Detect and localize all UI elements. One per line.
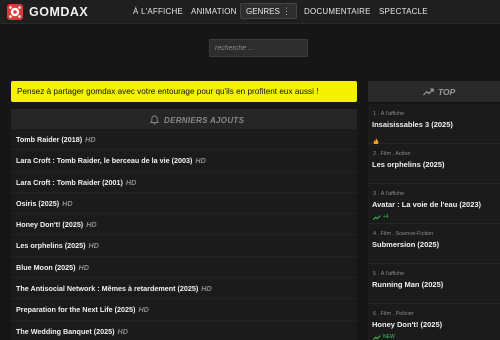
quality-badge: HD — [86, 220, 97, 230]
top-item[interactable]: 5 . À l'affiche Running Man (2025) — [368, 264, 500, 304]
list-item[interactable]: The Wedding Banquet (2025) HD — [11, 320, 357, 340]
movie-title: Honey Don't! (2025) — [16, 220, 84, 230]
movie-title: Lara Croft : Tomb Raider, le berceau de … — [16, 156, 193, 166]
top-header: TOP — [368, 81, 500, 102]
new-badge: NEW — [373, 334, 395, 340]
trending-up-icon — [423, 88, 434, 96]
trending-up-icon — [373, 334, 381, 340]
movie-title: The Wedding Banquet (2025) — [16, 326, 115, 336]
top-item-meta: 2 . Film . Action — [373, 151, 411, 157]
list-item[interactable]: Les orphelins (2025) HD — [11, 235, 357, 257]
share-banner: Pensez à partager gomdax avec votre ento… — [11, 81, 357, 102]
movie-title: The Antisocial Network : Mêmes à retarde… — [16, 284, 199, 294]
logo-icon — [6, 3, 24, 21]
quality-badge: HD — [62, 198, 73, 208]
logo[interactable]: GOMDAX — [6, 3, 88, 21]
top-item-title: Honey Don't! (2025) — [372, 320, 443, 329]
quality-badge: HD — [88, 241, 99, 251]
nav-genres-label: GENRES — [246, 7, 280, 16]
quality-badge: HD — [201, 284, 212, 294]
list-item[interactable]: Preparation for the Next Life (2025) HD — [11, 299, 357, 321]
top-item[interactable]: 1 . À l'affiche Insaisissables 3 (2025) — [368, 104, 500, 145]
rank-change-value: +4 — [383, 214, 389, 220]
list-item[interactable]: Osiris (2025) HD — [11, 192, 357, 215]
movie-title: Blue Moon (2025) — [16, 262, 76, 272]
top-item-title: Submersion (2025) — [372, 240, 440, 249]
top-item-meta: 5 . À l'affiche — [373, 271, 405, 277]
search-input[interactable] — [209, 39, 308, 57]
trending-up-icon — [373, 214, 381, 220]
top-list: 1 . À l'affiche Insaisissables 3 (2025) … — [368, 104, 500, 340]
top-item[interactable]: 2 . Film . Action Les orphelins (2025) — [368, 144, 500, 184]
quality-badge: HD — [117, 326, 128, 336]
top-navbar: GOMDAX À L'AFFICHE ANIMATION GENRES ⋮ DO… — [0, 0, 500, 24]
nav-item-genres[interactable]: GENRES ⋮ — [240, 3, 297, 19]
top-item-title: Les orphelins (2025) — [372, 160, 445, 169]
list-item[interactable]: The Antisocial Network : Mêmes à retarde… — [11, 278, 357, 300]
bell-icon — [149, 115, 160, 125]
quality-badge: HD — [125, 177, 137, 187]
top-item-meta: 1 . À l'affiche — [373, 111, 405, 117]
movie-title: Les orphelins (2025) — [16, 241, 86, 251]
top-item-title: Insaisissables 3 (2025) — [372, 120, 453, 129]
quality-badge: HD — [78, 262, 89, 272]
logo-text: GOMDAX — [29, 5, 89, 19]
movie-title: Lara Croft : Tomb Raider (2001) — [16, 177, 123, 187]
fire-icon — [373, 132, 379, 145]
latest-header: DERNIERS AJOUTS — [11, 109, 357, 129]
list-item[interactable]: Lara Croft : Tomb Raider, le berceau de … — [11, 150, 357, 172]
latest-list: Tomb Raider (2018) HD Lara Croft : Tomb R… — [11, 129, 357, 340]
quality-badge: HD — [195, 156, 206, 166]
new-label: NEW — [383, 334, 395, 340]
nav-item-affiche[interactable]: À L'AFFICHE — [133, 7, 183, 16]
top-item-meta: 3 . À l'affiche — [373, 191, 405, 197]
top-item-title: Avatar : La voie de l'eau (2023) — [372, 200, 482, 209]
list-item[interactable]: Tomb Raider (2018) HD — [11, 129, 357, 151]
nav-item-documentaire[interactable]: DOCUMENTAIRE — [304, 7, 371, 16]
nav-item-spectacle[interactable]: SPECTACLE — [379, 7, 428, 16]
quality-badge: HD — [138, 305, 149, 315]
latest-title: DERNIERS AJOUTS — [164, 115, 245, 125]
movie-title: Osiris (2025) — [16, 198, 60, 208]
list-item[interactable]: Lara Croft : Tomb Raider (2001) HD — [11, 171, 357, 193]
top-item-meta: 6 . Film . Policier — [373, 311, 414, 317]
top-item-title: Running Man (2025) — [372, 280, 444, 289]
list-item[interactable]: Honey Don't! (2025) HD — [11, 214, 357, 236]
list-item[interactable]: Blue Moon (2025) HD — [11, 256, 357, 279]
top-title: TOP — [438, 87, 456, 97]
top-item[interactable]: 6 . Film . Policier Honey Don't! (2025) … — [368, 304, 500, 340]
top-item[interactable]: 3 . À l'affiche Avatar : La voie de l'ea… — [368, 184, 500, 224]
rank-change-badge: +4 — [373, 214, 389, 220]
nav-item-animation[interactable]: ANIMATION — [191, 7, 237, 16]
quality-badge: HD — [85, 135, 96, 144]
more-vertical-icon: ⋮ — [282, 6, 291, 16]
top-item-meta: 4 . Film . Science-Fiction — [373, 231, 434, 237]
movie-title: Tomb Raider (2018) — [16, 135, 83, 144]
movie-title: Preparation for the Next Life (2025) — [16, 305, 136, 315]
top-item[interactable]: 4 . Film . Science-Fiction Submersion (2… — [368, 224, 500, 264]
